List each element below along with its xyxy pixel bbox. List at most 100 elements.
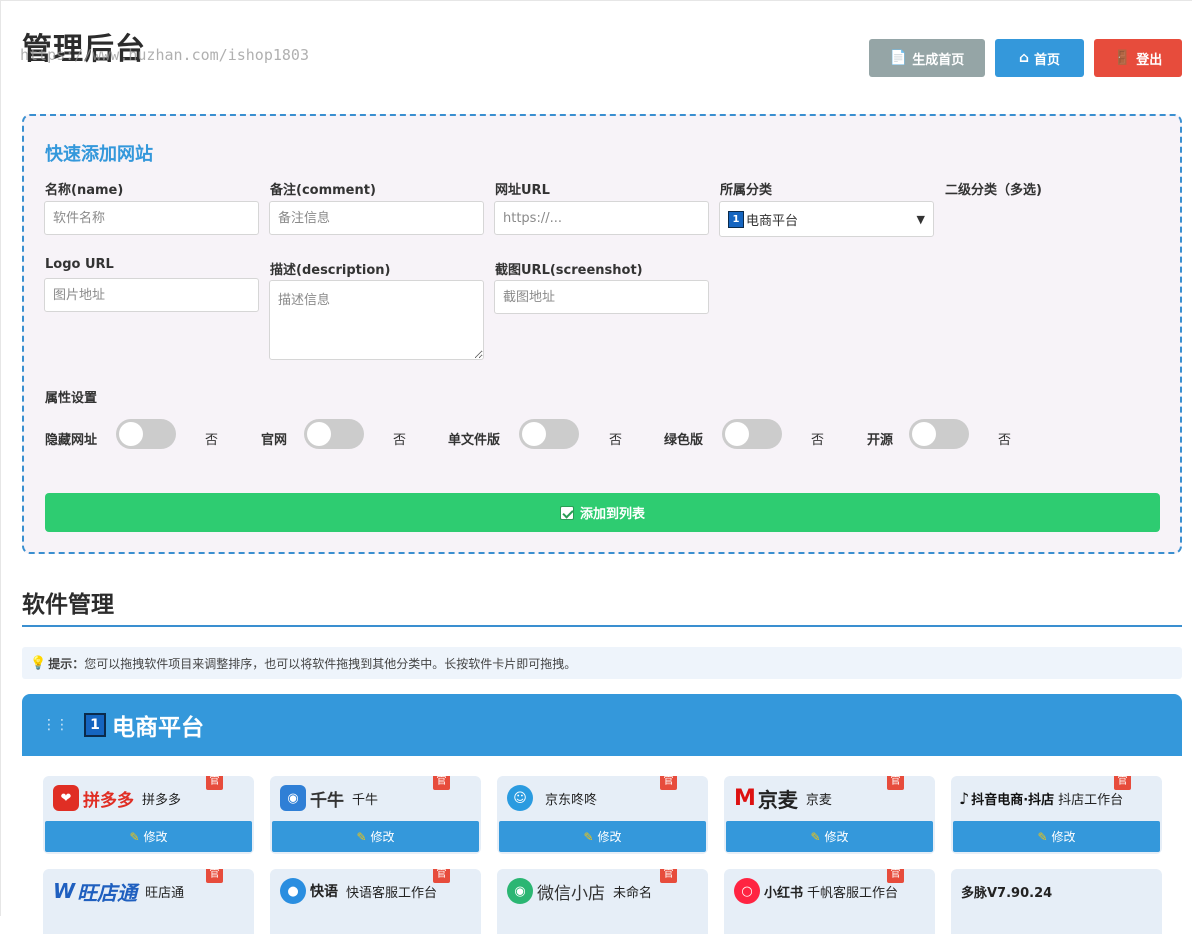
software-name: 未命名 [613, 885, 653, 901]
toggle-official-state: 否 [393, 433, 407, 448]
toggle-knob [912, 422, 936, 446]
category-header[interactable]: ⋮⋮ 1 电商平台 [22, 694, 1182, 756]
name-input[interactable] [44, 201, 259, 235]
software-card[interactable]: ◉ 微信小店 未命名 官 [497, 869, 708, 934]
edit-button[interactable]: ✎ 修改 [953, 821, 1160, 852]
home-label: 首页 [1034, 52, 1061, 68]
software-card[interactable]: W 旺店通 旺店通 官 [43, 869, 254, 934]
toggle-hidden-url-state: 否 [205, 433, 219, 448]
toggle-knob [522, 422, 546, 446]
toggle-single-file[interactable] [519, 419, 579, 449]
tip-text: 您可以拖拽软件项目来调整排序，也可以将软件拖拽到其他分类中。长按软件卡片即可拖拽… [84, 656, 577, 671]
logo-text: 快语 [310, 884, 338, 900]
drag-handle-icon[interactable]: ⋮⋮ [42, 717, 69, 733]
toggle-hidden-url[interactable] [116, 419, 176, 449]
lightbulb-icon: 💡 [30, 655, 47, 671]
door-icon: 🚪 [1113, 50, 1132, 66]
add-to-list-button[interactable]: 添加到列表 [45, 493, 1160, 532]
edit-label: 修改 [597, 830, 622, 844]
software-card[interactable]: ♪ 抖音电商·抖店 抖店工作台 官 ✎ 修改 [951, 776, 1162, 854]
official-badge: 官 [660, 776, 677, 790]
pencil-icon: ✎ [583, 829, 594, 844]
category-body: ❤ 拼多多 拼多多 官 ✎ 修改 ◉ 千牛 千牛 官 ✎ 修改 ☺ 京东咚咚 官 ✎ 修改 [22, 756, 1182, 934]
comment-label: 备注(comment) [270, 183, 376, 198]
edit-label: 修改 [824, 830, 849, 844]
category-select[interactable]: 1 电商平台 ▼ [719, 201, 934, 237]
toggle-official[interactable] [304, 419, 364, 449]
toggle-green[interactable] [722, 419, 782, 449]
software-card[interactable]: ● 快语 快语客服工作台 官 [270, 869, 481, 934]
qianniu-icon: ◉ [280, 785, 306, 811]
software-card[interactable]: ◉ 千牛 千牛 官 ✎ 修改 [270, 776, 481, 854]
official-badge: 官 [887, 776, 904, 790]
official-badge: 官 [433, 776, 450, 790]
software-name: 千牛 [352, 792, 379, 808]
weixin-shop-logo: ◉ 微信小店 [507, 878, 605, 904]
toggle-green-state: 否 [811, 433, 825, 448]
xiaohongshu-logo: ○ 小红书 [734, 878, 803, 904]
document-icon: 📄 [889, 50, 908, 66]
software-section-title: 软件管理 [22, 592, 114, 618]
watermark-text: https://www.huzhan.com/ishop1803 [20, 46, 309, 64]
pencil-icon: ✎ [810, 829, 821, 844]
logo-url-label: Logo URL [45, 257, 114, 272]
software-card[interactable]: M 京麦 京麦 官 ✎ 修改 [724, 776, 935, 854]
toggle-open-source-state: 否 [998, 433, 1012, 448]
logo-url-input[interactable] [44, 278, 259, 312]
software-name: 抖店工作台 [1058, 792, 1124, 808]
official-badge: 官 [660, 869, 677, 883]
software-card[interactable]: 多脉V7.90.24 [951, 869, 1162, 934]
software-name: 京东咚咚 [545, 792, 598, 808]
logout-button[interactable]: 🚪 登出 [1094, 39, 1182, 77]
official-badge: 官 [206, 776, 223, 790]
edit-button[interactable]: ✎ 修改 [726, 821, 933, 852]
wangdiantong-w-icon: W [53, 879, 76, 903]
chevron-down-icon: ▼ [916, 212, 925, 226]
official-badge: 官 [433, 869, 450, 883]
url-input[interactable] [494, 201, 709, 235]
edit-button[interactable]: ✎ 修改 [499, 821, 706, 852]
screenshot-input[interactable] [494, 280, 709, 314]
edit-label: 修改 [1051, 830, 1076, 844]
software-name: 拼多多 [142, 792, 182, 808]
home-button[interactable]: ⌂ 首页 [995, 39, 1084, 77]
toggle-single-file-state: 否 [609, 433, 623, 448]
logout-label: 登出 [1136, 52, 1163, 68]
checkmark-icon [559, 505, 574, 520]
toggle-hidden-url-label: 隐藏网址 [45, 433, 98, 448]
category-number-badge: 1 [728, 210, 744, 228]
card-header: 多脉V7.90.24 [951, 869, 1162, 913]
wangdiantong-logo: W 旺店通 [53, 877, 137, 906]
software-card[interactable]: ○ 小红书 千帆客服工作台 官 [724, 869, 935, 934]
add-to-list-label: 添加到列表 [579, 507, 645, 522]
toggle-official-label: 官网 [261, 433, 288, 448]
edit-button[interactable]: ✎ 修改 [45, 821, 252, 852]
edit-button[interactable]: ✎ 修改 [272, 821, 479, 852]
edit-label: 修改 [143, 830, 168, 844]
software-name: 快语客服工作台 [346, 885, 438, 901]
official-badge: 官 [887, 869, 904, 883]
kuaiyu-robot-icon: ● [280, 878, 306, 904]
subcategory-label: 二级分类（多选) [945, 183, 1042, 198]
software-card[interactable]: ☺ 京东咚咚 官 ✎ 修改 [497, 776, 708, 854]
logo-text: 微信小店 [537, 883, 605, 904]
quick-add-title: 快速添加网站 [45, 144, 153, 165]
logo-text: 抖音电商·抖店 [971, 792, 1055, 808]
edit-label: 修改 [370, 830, 395, 844]
tip-prefix: 提示： [48, 656, 85, 671]
jingmai-logo: M 京麦 [734, 784, 798, 813]
logo-text: 京麦 [757, 787, 798, 812]
jingmai-m-icon: M [734, 785, 756, 811]
toggle-single-file-label: 单文件版 [448, 433, 501, 448]
description-textarea[interactable] [269, 280, 484, 360]
software-name: 多脉V7.90.24 [961, 885, 1053, 901]
generate-homepage-button[interactable]: 📄 生成首页 [869, 39, 985, 77]
jd-dongdong-icon: ☺ [507, 785, 533, 811]
toggle-open-source[interactable] [909, 419, 969, 449]
software-card[interactable]: ❤ 拼多多 拼多多 官 ✎ 修改 [43, 776, 254, 854]
logo-text: 千牛 [310, 790, 344, 811]
name-label: 名称(name) [45, 183, 124, 198]
official-badge: 官 [1114, 776, 1131, 790]
douyin-logo: ♪ 抖音电商·抖店 [959, 789, 1054, 808]
comment-input[interactable] [269, 201, 484, 235]
